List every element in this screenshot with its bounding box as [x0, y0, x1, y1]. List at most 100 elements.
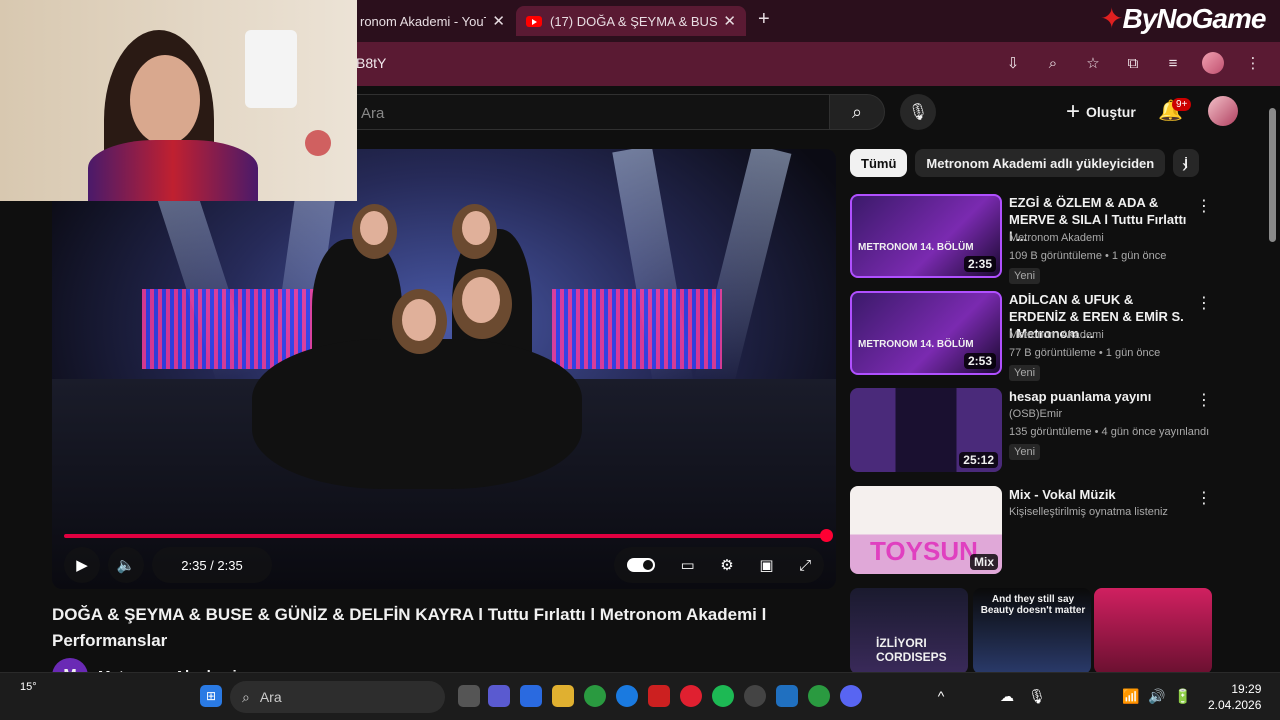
fullscreen-icon[interactable]: ⤢	[799, 557, 811, 574]
rec-channel: Kişiselleştirilmiş oynatma listeniz	[1009, 506, 1168, 518]
windows-taskbar: 15° ⊞ ⌕ Ara ^ ☁ 🎙 📶 🔊 🔋 19:29 2.04.2026	[0, 672, 1280, 720]
extensions-icon[interactable]: ⧉	[1120, 48, 1146, 78]
plus-icon: +	[1066, 98, 1081, 125]
file-explorer-icon[interactable]	[552, 685, 574, 707]
recommendation-item[interactable]: METRONOM 14. BÖLÜM 2:35 EZGİ & ÖZLEM & A…	[850, 194, 1212, 284]
more-options-icon[interactable]: ⋮	[1196, 196, 1212, 216]
tab-title: ronom Akademi - YouT	[360, 13, 487, 29]
discord-icon[interactable]	[840, 685, 862, 707]
shorts-thumbnail[interactable]: İZLİYORI CORDISEPS	[850, 588, 968, 674]
new-badge: Yeni	[1009, 365, 1041, 381]
person-shirt	[88, 140, 258, 201]
video-title: DOĞA & ŞEYMA & BUSE & GÜNİZ & DELFİN KAY…	[52, 605, 767, 650]
new-badge: Yeni	[1009, 268, 1041, 284]
webcam-overlay	[0, 0, 357, 201]
youtube-app-icon[interactable]	[648, 685, 670, 707]
progress-scrubber[interactable]	[820, 529, 833, 542]
rec-channel: (OSB)Emir	[1009, 408, 1063, 420]
system-clock[interactable]: 19:29 2.04.2026	[1208, 681, 1261, 713]
chip-all[interactable]: Tümü	[850, 149, 908, 177]
wifi-icon[interactable]: 📶	[1120, 685, 1142, 707]
chrome-icon[interactable]	[584, 685, 606, 707]
rec-meta: 109 B görüntüleme • 1 gün önce	[1009, 250, 1167, 262]
autoplay-toggle[interactable]	[626, 558, 655, 572]
player-right-controls: ▭ ⚙ ▣ ⤢	[614, 547, 824, 583]
progress-bar[interactable]	[64, 534, 826, 538]
play-icon: ▶	[76, 557, 88, 574]
app-icon[interactable]	[776, 685, 798, 707]
theater-mode-icon[interactable]: ▣	[759, 556, 773, 574]
recommendation-item[interactable]: METRONOM 14. BÖLÜM 2:53 ADİLCAN & UFUK &…	[850, 291, 1212, 381]
video-thumbnail[interactable]: 25:12	[850, 388, 1002, 472]
battery-icon[interactable]: 🔋	[1172, 685, 1194, 707]
close-tab-icon[interactable]: ✕	[723, 12, 736, 30]
tab-title: (17) DOĞA & ŞEYMA & BUSE &	[550, 13, 718, 29]
video-thumbnail[interactable]: METRONOM 14. BÖLÜM 2:53	[850, 291, 1002, 375]
recommendation-item[interactable]: TOYSUN Mix Mix - Vokal Müzik Kişiselleşt…	[850, 486, 1212, 574]
dancer-face	[360, 211, 388, 245]
edge-icon[interactable]	[616, 685, 638, 707]
more-options-icon[interactable]: ⋮	[1196, 488, 1212, 508]
chevron-right-icon[interactable]: ›	[1182, 156, 1188, 177]
close-tab-icon[interactable]: ✕	[492, 12, 505, 30]
plush-toy	[305, 130, 331, 156]
create-button[interactable]: + Oluştur	[1060, 94, 1142, 130]
more-options-icon[interactable]: ⋮	[1196, 293, 1212, 313]
play-button[interactable]: ▶	[64, 547, 100, 583]
time-display: 2:35 / 2:35	[152, 547, 272, 583]
obs-icon[interactable]	[744, 685, 766, 707]
new-tab-button[interactable]: +	[758, 8, 770, 31]
mic-tray-icon[interactable]: 🎙	[1026, 685, 1048, 707]
shorts-thumbnail[interactable]	[1094, 588, 1212, 674]
recommendation-item[interactable]: 25:12 hesap puanlama yayını (OSB)Emir 13…	[850, 388, 1212, 472]
onedrive-icon[interactable]: ☁	[996, 685, 1018, 707]
filter-chips: Tümü Metronom Akademi adlı yükleyiciden …	[850, 149, 1199, 177]
taskbar-search[interactable]: ⌕ Ara	[230, 681, 445, 713]
volume-button[interactable]: 🔈	[108, 547, 144, 583]
video-player[interactable]: ▶ 🔈 2:35 / 2:35 ▭ ⚙ ▣ ⤢	[52, 149, 836, 589]
dancer	[252, 339, 582, 489]
account-avatar[interactable]	[1208, 96, 1238, 126]
search-icon: ⌕	[242, 688, 250, 705]
media-control-icon[interactable]: ≡	[1160, 48, 1186, 78]
browser-tab[interactable]: ronom Akademi - YouT ✕	[350, 6, 515, 36]
weather-widget[interactable]: 15°	[20, 681, 37, 693]
rec-channel: Metronom Akademi	[1009, 329, 1104, 341]
spotify-icon[interactable]	[712, 685, 734, 707]
rec-channel: Metronom Akademi	[1009, 232, 1104, 244]
profile-icon[interactable]	[1200, 48, 1226, 78]
search-input[interactable]: Ara	[350, 94, 830, 130]
notification-badge: 9+	[1172, 98, 1192, 111]
install-icon[interactable]: ⇩	[1000, 48, 1026, 78]
settings-gear-icon[interactable]: ⚙	[720, 556, 733, 574]
subtitles-icon[interactable]: ▭	[680, 556, 694, 574]
dancer-face	[402, 299, 436, 341]
browser-tab-active[interactable]: (17) DOĞA & ŞEYMA & BUSE & ✕	[516, 6, 746, 36]
youtube-favicon-icon	[526, 15, 542, 27]
chrome-active-icon[interactable]	[808, 685, 830, 707]
scrollbar-thumb[interactable]	[1269, 108, 1276, 242]
store-icon[interactable]	[520, 685, 542, 707]
rec-title: Mix - Vokal Müzik	[1009, 487, 1116, 502]
dancer-face	[462, 211, 490, 245]
shorts-thumbnail[interactable]: And they still say Beauty doesn't matter	[973, 588, 1091, 674]
windows-start-icon[interactable]: ⊞	[200, 685, 222, 707]
zoom-icon[interactable]: ⌕	[1040, 48, 1066, 78]
menu-icon[interactable]: ⋮	[1240, 48, 1266, 78]
tray-chevron-icon[interactable]: ^	[930, 685, 952, 707]
search-button[interactable]: ⌕	[829, 94, 885, 130]
more-options-icon[interactable]: ⋮	[1196, 390, 1212, 410]
task-view-icon[interactable]	[458, 685, 480, 707]
url-text[interactable]: B8tY	[356, 55, 386, 71]
volume-icon: 🔈	[116, 557, 136, 574]
new-badge: Yeni	[1009, 444, 1041, 460]
video-thumbnail[interactable]: METRONOM 14. BÖLÜM 2:35	[850, 194, 1002, 278]
opera-icon[interactable]	[680, 685, 702, 707]
voice-search-button[interactable]: 🎙	[900, 94, 936, 130]
bookmark-star-icon[interactable]: ☆	[1080, 48, 1106, 78]
chip-uploader[interactable]: Metronom Akademi adlı yükleyiciden	[915, 149, 1166, 177]
teams-icon[interactable]	[488, 685, 510, 707]
bynogame-logo: ✦ByNoGame	[1100, 3, 1266, 34]
speaker-icon[interactable]: 🔊	[1146, 685, 1168, 707]
mix-thumbnail[interactable]: TOYSUN Mix	[850, 486, 1002, 574]
